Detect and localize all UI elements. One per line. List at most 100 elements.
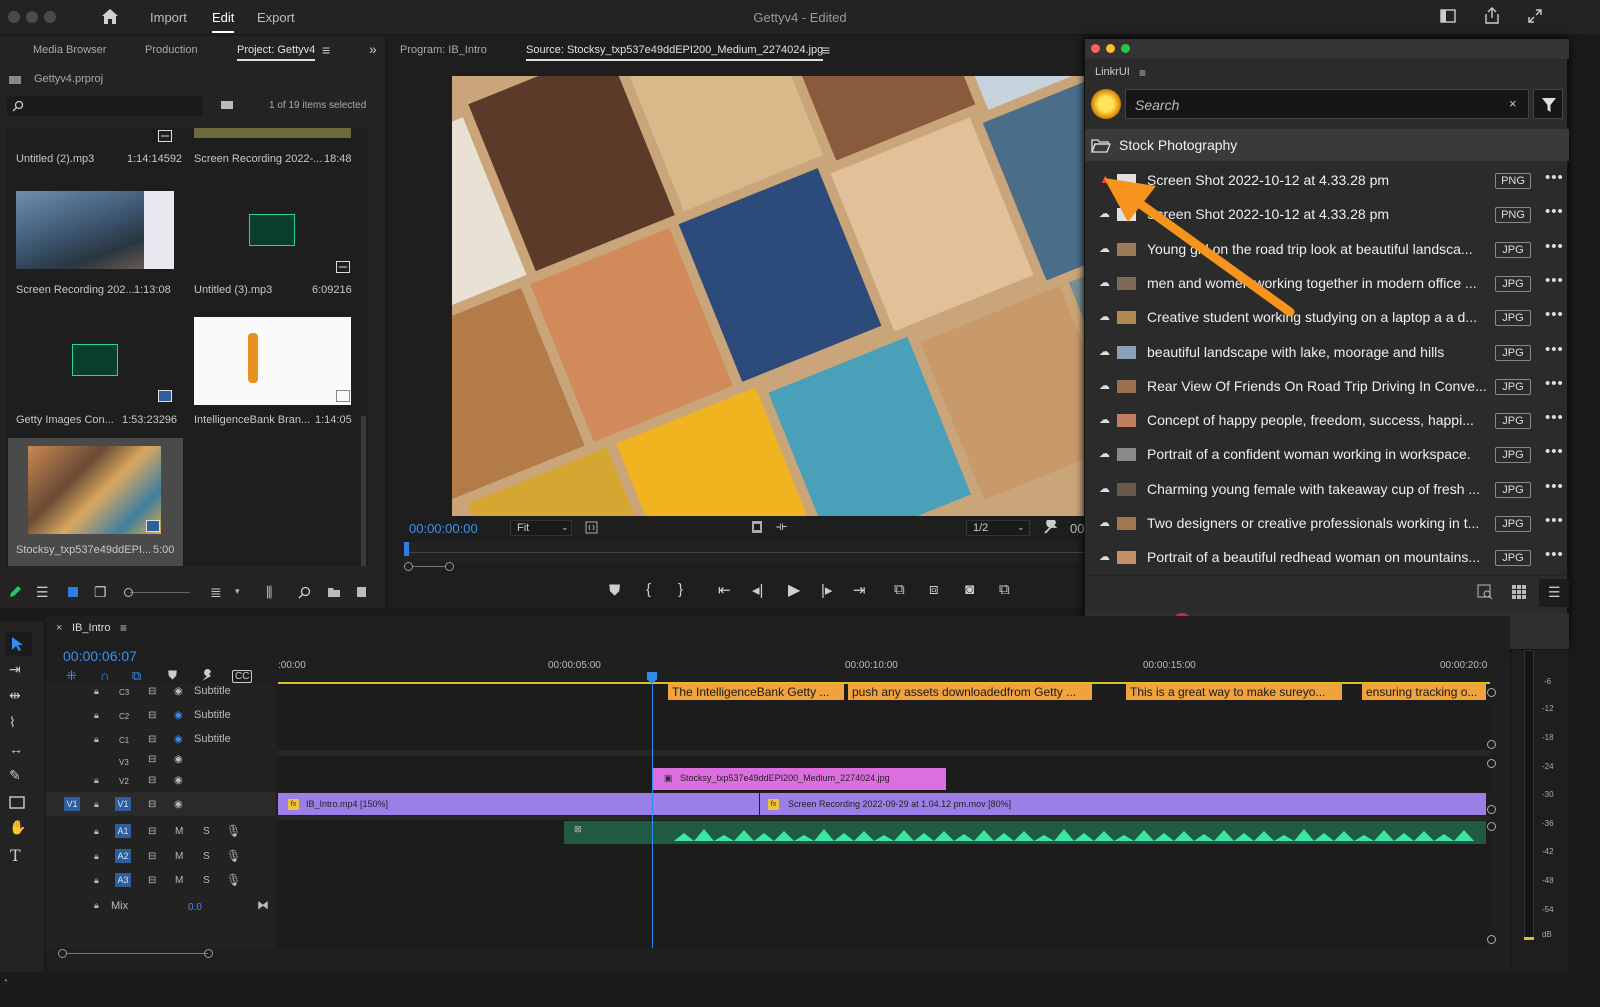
more-options-icon[interactable]: ••• [1545, 203, 1564, 220]
icon-view-icon[interactable] [67, 586, 79, 598]
wrench-icon[interactable] [1043, 520, 1058, 535]
timeline-timecode[interactable]: 00:00:06:07 [63, 648, 137, 664]
expand-panels-icon[interactable]: » [369, 42, 377, 56]
microphone-icon[interactable]: 🎙︎ [226, 873, 241, 887]
source-zoom-bar[interactable] [404, 562, 1084, 571]
slip-icon[interactable]: ↔ [9, 742, 23, 756]
grid-view-icon[interactable] [1512, 585, 1526, 599]
item-name[interactable]: Stocksy_txp537e49ddEPI... [16, 544, 151, 556]
new-bin-filter-icon[interactable] [220, 99, 234, 110]
rectangle-icon[interactable] [9, 796, 25, 809]
more-options-icon[interactable]: ••• [1545, 512, 1564, 529]
fullscreen-icon[interactable] [1527, 8, 1543, 24]
track-output-icon[interactable]: ⊟ [148, 775, 156, 786]
item-name[interactable]: Untitled (3).mp3 [194, 284, 272, 296]
mark-out-icon[interactable]: } [678, 581, 683, 598]
insert-icon[interactable]: ⧉ [894, 581, 905, 598]
lock-icon[interactable]: 🔒︎ [94, 851, 99, 862]
camera-icon[interactable]: ◙ [965, 581, 974, 598]
v1-clip-a[interactable]: fx IB_Intro.mp4 [150%] [278, 793, 759, 815]
more-options-icon[interactable]: ••• [1545, 409, 1564, 426]
more-options-icon[interactable]: ••• [1545, 478, 1564, 495]
project-search-input[interactable] [7, 96, 202, 116]
caption-clip[interactable]: The IntelligenceBank Getty ... [668, 684, 844, 700]
a1-audio-clip[interactable]: ⊠ [564, 821, 1486, 844]
chevron-down-icon[interactable]: ▾ [235, 586, 240, 597]
resolution-select[interactable]: 1/2 ⌄ [966, 520, 1030, 536]
mute-button[interactable]: M [175, 875, 183, 886]
eye-icon[interactable]: ◉ [174, 775, 183, 786]
asset-row[interactable]: ☁ beautiful landscape with lake, moorage … [1085, 335, 1569, 369]
pencil-icon[interactable] [8, 585, 22, 599]
fit-select[interactable]: Fit ⌄ [510, 520, 572, 536]
eye-hidden-icon[interactable]: ◉ [174, 734, 183, 745]
insert-marker-icon[interactable] [585, 521, 598, 534]
panel-menu-icon[interactable]: ≡ [822, 43, 830, 57]
more-options-icon[interactable]: ••• [1545, 169, 1564, 186]
lock-icon[interactable]: 🔒︎ [94, 900, 99, 911]
share-icon[interactable] [1484, 7, 1500, 24]
nest-icon[interactable]: ⁜ [66, 668, 77, 684]
zoom-slider[interactable] [124, 588, 192, 597]
mix-value[interactable]: 0.0 [188, 902, 202, 913]
solo-button[interactable]: S [203, 851, 210, 862]
type-tool-icon[interactable]: T [10, 846, 21, 865]
track-output-icon[interactable]: ⊟ [148, 826, 156, 837]
automate-icon[interactable]: ⫼ [266, 585, 272, 599]
source-time-ruler[interactable] [404, 542, 1084, 562]
folder-header[interactable]: Stock Photography [1085, 129, 1569, 161]
razor-icon[interactable]: ⌇ [9, 715, 16, 729]
new-bin-icon[interactable] [327, 586, 341, 598]
asset-row[interactable]: ☁ Portrait of a confident woman working i… [1085, 437, 1569, 471]
track-output-icon[interactable]: ⊟ [148, 799, 156, 810]
track-target-v1[interactable]: V1 [115, 797, 131, 811]
step-forward-icon[interactable]: |▸ [821, 581, 832, 599]
mute-button[interactable]: M [175, 826, 183, 837]
sort-icon[interactable]: ≣ [210, 585, 222, 599]
item-name[interactable]: Screen Recording 202... [16, 284, 135, 296]
list-view-button[interactable]: ☰ [1539, 579, 1569, 607]
snap-icon[interactable]: ∩ [100, 668, 109, 683]
more-options-icon[interactable]: ••• [1545, 238, 1564, 255]
freeform-view-icon[interactable]: ❐ [94, 585, 107, 599]
list-view-icon[interactable]: ☰ [36, 585, 49, 599]
caption-clip[interactable]: This is a great way to make sureyo... [1126, 684, 1342, 700]
drag-video-icon[interactable] [751, 520, 763, 534]
solo-button[interactable]: S [203, 826, 210, 837]
linkr-zoom-button[interactable] [1121, 44, 1130, 53]
filter-button[interactable] [1533, 89, 1563, 119]
more-options-icon[interactable]: ••• [1545, 546, 1564, 563]
sun-logo-icon[interactable] [1091, 89, 1121, 119]
workspace-icon[interactable] [1440, 9, 1456, 23]
track-target-a1[interactable]: A1 [115, 824, 131, 838]
microphone-icon[interactable]: 🎙︎ [226, 824, 241, 838]
asset-row[interactable]: ☁ Portrait of a beautiful redhead woman o… [1085, 540, 1569, 574]
step-back-icon[interactable]: ◂| [752, 581, 763, 599]
track-output-icon[interactable]: ⊟ [148, 851, 156, 862]
thumbnail[interactable] [194, 317, 351, 405]
audio-waveform-icon[interactable] [249, 214, 295, 246]
panel-menu-icon[interactable]: ≡ [322, 43, 330, 57]
linked-selection-icon[interactable]: ⧉ [132, 668, 141, 684]
asset-row[interactable]: ☁ Rear View Of Friends On Road Trip Drivi… [1085, 369, 1569, 403]
marker-icon[interactable]: ⛊ [168, 668, 177, 683]
clear-search-icon[interactable]: × [1509, 96, 1517, 111]
track-output-icon[interactable]: ⊟ [148, 710, 156, 721]
caption-clip[interactable]: ensuring tracking o... [1362, 684, 1486, 700]
tab-production[interactable]: Production [145, 44, 198, 56]
source-timecode[interactable]: 00:00:00:00 [409, 521, 478, 536]
hand-icon[interactable]: ✋ [9, 820, 26, 834]
mark-in-icon[interactable]: { [646, 581, 651, 598]
track-area[interactable]: The IntelligenceBank Getty ... push any … [278, 684, 1490, 948]
tab-program-monitor[interactable]: Program: IB_Intro [400, 44, 487, 56]
mute-button[interactable]: M [175, 851, 183, 862]
preview-icon[interactable] [1477, 584, 1493, 600]
lock-icon[interactable]: 🔒︎ [94, 710, 99, 721]
track-select-icon[interactable]: ⇥ [9, 662, 21, 676]
audio-waveform-icon[interactable] [72, 344, 118, 376]
bin-scrollbar[interactable] [361, 416, 366, 566]
source-playhead[interactable] [404, 542, 409, 556]
source-patch-v1[interactable]: V1 [64, 797, 80, 811]
source-image-preview[interactable] [452, 76, 1084, 516]
linkr-search-input[interactable]: Search × [1125, 89, 1529, 119]
